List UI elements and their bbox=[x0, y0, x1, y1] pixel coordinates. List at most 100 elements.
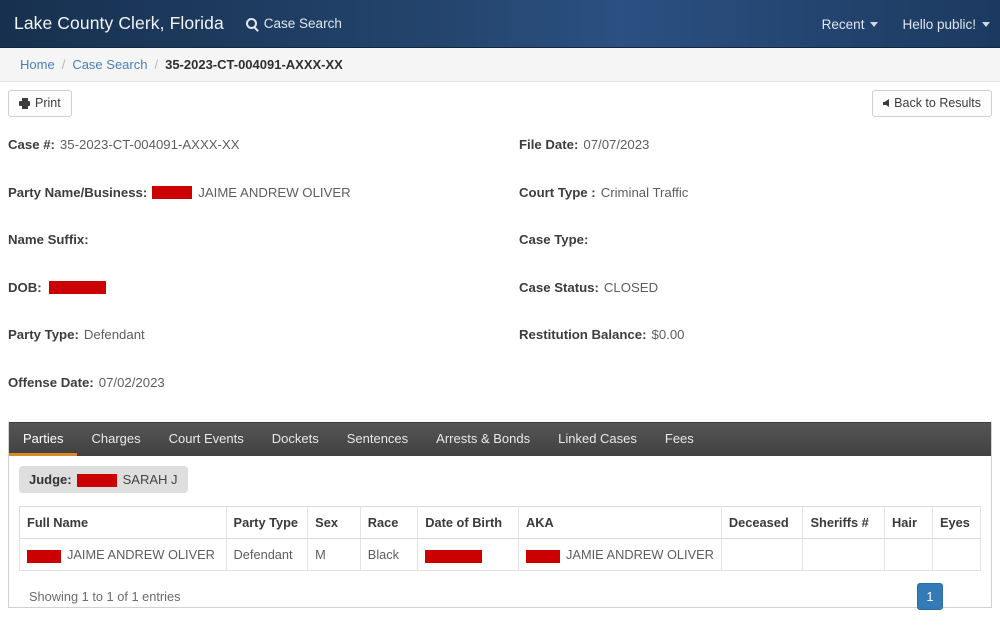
field-value: $0.00 bbox=[651, 327, 685, 342]
tab-parties[interactable]: Parties bbox=[9, 423, 78, 456]
cell-aka: JAMIE ANDREW OLIVER bbox=[518, 538, 722, 572]
cell-deceased bbox=[720, 538, 804, 572]
field-row: Name Suffix: Case Type: bbox=[8, 232, 992, 280]
cell-party-type: Defendant bbox=[225, 538, 309, 572]
cell-sheriffs-number bbox=[802, 538, 886, 572]
tab-sentences[interactable]: Sentences bbox=[333, 423, 422, 456]
action-toolbar: Print Back to Results bbox=[0, 82, 1000, 137]
tab-dockets[interactable]: Dockets bbox=[258, 423, 333, 456]
field-value: Criminal Traffic bbox=[600, 184, 689, 200]
col-party-type[interactable]: Party Type bbox=[226, 506, 309, 539]
field-dob: DOB: bbox=[8, 280, 500, 328]
tab-bar: Parties Charges Court Events Dockets Sen… bbox=[9, 422, 991, 456]
field-row: Party Name/Business: JAIME ANDREW OLIVER… bbox=[8, 185, 992, 233]
judge-value: SARAH J bbox=[122, 472, 178, 487]
tab-label: Dockets bbox=[271, 430, 319, 446]
redaction-bar bbox=[27, 550, 61, 564]
cell-eyes bbox=[931, 538, 982, 572]
field-restitution-balance: Restitution Balance: $0.00 bbox=[500, 327, 992, 375]
cell-race: Black bbox=[359, 538, 419, 572]
field-value: JAIME ANDREW OLIVER bbox=[198, 184, 351, 200]
col-aka[interactable]: AKA bbox=[518, 506, 722, 539]
navbar-right-group: Recent Hello public! bbox=[822, 0, 990, 48]
print-button[interactable]: Print bbox=[8, 90, 72, 117]
field-row: Offense Date: 07/02/2023 bbox=[8, 375, 992, 423]
field-label: Name Suffix: bbox=[8, 232, 89, 247]
field-party-name: Party Name/Business: JAIME ANDREW OLIVER bbox=[8, 185, 500, 233]
breadcrumb-case-search[interactable]: Case Search bbox=[72, 57, 147, 72]
case-detail-panel: Parties Charges Court Events Dockets Sen… bbox=[8, 422, 992, 611]
field-value: 07/02/2023 bbox=[98, 374, 165, 390]
search-icon bbox=[245, 18, 257, 29]
field-value: Defendant bbox=[83, 327, 145, 342]
nav-recent-label: Recent bbox=[821, 16, 865, 32]
field-label: Party Type: bbox=[8, 327, 79, 342]
tab-label: Fees bbox=[664, 430, 694, 446]
field-value: 07/07/2023 bbox=[583, 137, 650, 152]
redaction-bar bbox=[152, 185, 193, 199]
tab-label: Sentences bbox=[346, 430, 409, 446]
col-race[interactable]: Race bbox=[360, 506, 419, 539]
tab-label: Charges bbox=[91, 430, 141, 446]
field-value: 35-2023-CT-004091-AXXX-XX bbox=[59, 137, 240, 152]
entries-count-label: Showing 1 to 1 of 1 entries bbox=[29, 589, 181, 605]
nav-user-label: Hello public! bbox=[902, 16, 976, 32]
cell-hair bbox=[884, 538, 933, 572]
redaction-bar bbox=[76, 474, 117, 487]
col-deceased[interactable]: Deceased bbox=[721, 506, 804, 539]
field-label: Case #: bbox=[8, 137, 55, 152]
printer-icon bbox=[19, 98, 30, 108]
field-label: Offense Date: bbox=[8, 374, 94, 390]
top-navbar: Lake County Clerk, Florida Case Search R… bbox=[0, 0, 1000, 48]
judge-label: Judge: bbox=[29, 472, 72, 487]
col-eyes[interactable]: Eyes bbox=[932, 506, 982, 539]
tab-court-events[interactable]: Court Events bbox=[155, 423, 258, 456]
field-party-type: Party Type: Defendant bbox=[8, 327, 500, 375]
nav-case-search-label: Case Search bbox=[263, 16, 342, 31]
redaction-bar bbox=[425, 550, 483, 564]
col-hair[interactable]: Hair bbox=[884, 506, 933, 539]
tab-fees[interactable]: Fees bbox=[651, 423, 708, 456]
field-row: Case #: 35-2023-CT-004091-AXXX-XX File D… bbox=[8, 137, 992, 185]
cell-full-name-value: JAIME ANDREW OLIVER bbox=[67, 547, 215, 562]
cell-aka-value: JAMIE ANDREW OLIVER bbox=[566, 547, 714, 562]
tab-label: Linked Cases bbox=[558, 430, 637, 446]
field-row: DOB: Case Status: CLOSED bbox=[8, 280, 992, 328]
field-file-date: File Date: 07/07/2023 bbox=[500, 137, 992, 185]
parties-table: Full Name Party Type Sex Race Date of Bi… bbox=[19, 506, 982, 572]
chevron-down-icon bbox=[870, 21, 879, 27]
nav-case-search[interactable]: Case Search bbox=[245, 16, 342, 31]
field-label: File Date: bbox=[519, 137, 579, 152]
field-label: Case Status: bbox=[519, 279, 599, 295]
col-sheriffs-num[interactable]: Sheriffs # bbox=[802, 506, 886, 539]
tab-arrests-bonds[interactable]: Arrests & Bonds bbox=[422, 423, 544, 456]
back-to-results-label: Back to Results bbox=[894, 96, 981, 110]
breadcrumb-separator: / bbox=[154, 57, 159, 72]
nav-recent-menu[interactable]: Recent bbox=[822, 17, 879, 32]
field-label: Party Name/Business: bbox=[8, 184, 148, 200]
nav-user-menu[interactable]: Hello public! bbox=[902, 17, 990, 32]
field-court-type: Court Type : Criminal Traffic bbox=[500, 185, 992, 233]
field-empty bbox=[500, 375, 992, 423]
col-sex[interactable]: Sex bbox=[307, 506, 361, 539]
field-label: DOB: bbox=[8, 279, 42, 295]
field-case-type: Case Type: bbox=[500, 232, 992, 280]
breadcrumb-current-case: 35-2023-CT-004091-AXXX-XX bbox=[165, 57, 343, 72]
parties-tab-content: Judge: SARAH J Full Name Party Type Sex … bbox=[9, 456, 991, 611]
tab-label: Arrests & Bonds bbox=[436, 430, 531, 446]
field-value: CLOSED bbox=[603, 279, 659, 295]
tab-linked-cases[interactable]: Linked Cases bbox=[544, 423, 651, 456]
field-label: Restitution Balance: bbox=[519, 327, 647, 342]
field-row: Party Type: Defendant Restitution Balanc… bbox=[8, 327, 992, 375]
col-date-of-birth[interactable]: Date of Birth bbox=[417, 506, 520, 539]
back-to-results-button[interactable]: Back to Results bbox=[872, 90, 992, 117]
arrow-left-icon bbox=[883, 99, 890, 108]
col-full-name[interactable]: Full Name bbox=[19, 506, 227, 539]
pagination-page-1[interactable]: 1 bbox=[917, 583, 943, 611]
case-summary-fields: Case #: 35-2023-CT-004091-AXXX-XX File D… bbox=[0, 137, 1000, 422]
breadcrumb-home[interactable]: Home bbox=[20, 57, 55, 72]
judge-badge: Judge: SARAH J bbox=[19, 466, 188, 493]
tab-charges[interactable]: Charges bbox=[77, 423, 154, 456]
breadcrumb: Home / Case Search / 35-2023-CT-004091-A… bbox=[0, 48, 1000, 82]
redaction-bar bbox=[526, 550, 561, 564]
